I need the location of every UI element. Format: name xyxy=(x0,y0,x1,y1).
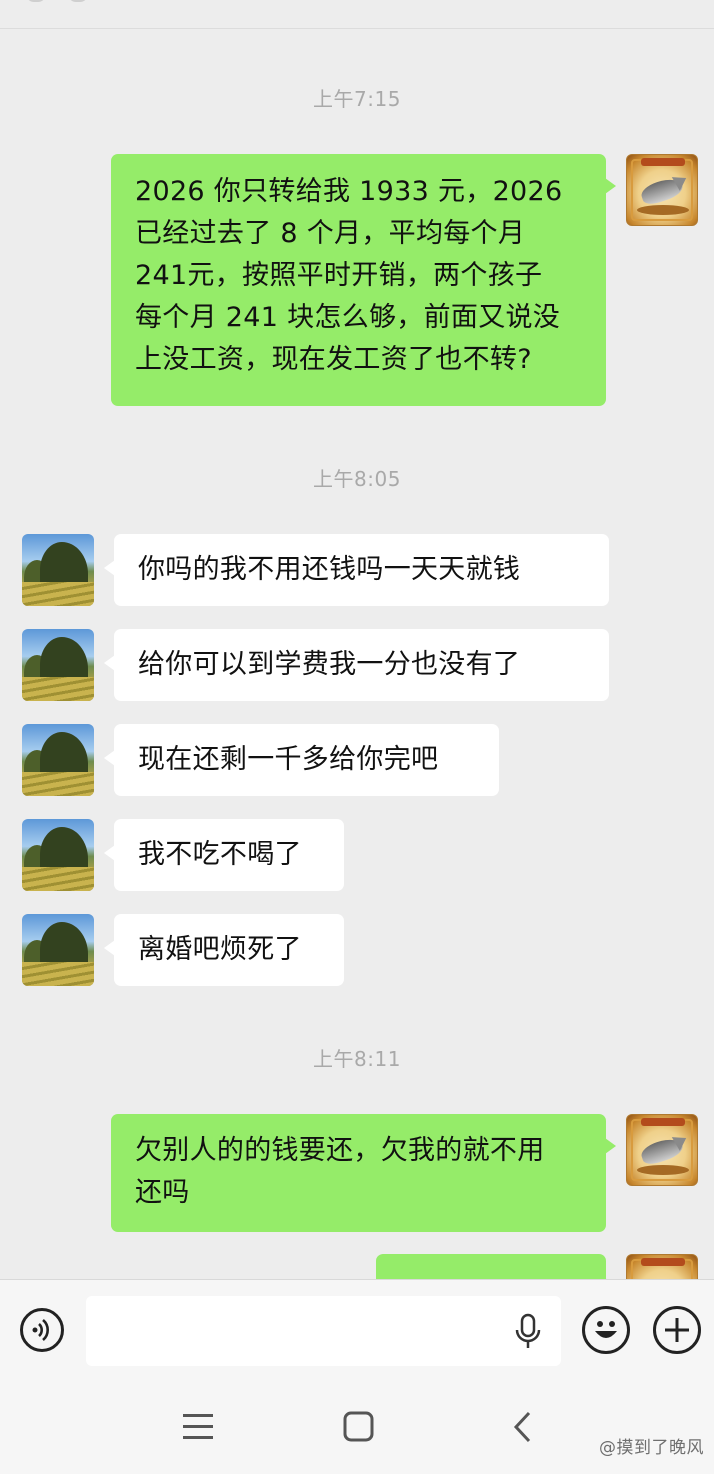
contact-avatar[interactable] xyxy=(22,819,94,891)
chat-area[interactable]: 上午7:15 2026 你只转给我 1933 元，2026 已经过去了 8 个月… xyxy=(0,29,714,1279)
contact-avatar[interactable] xyxy=(22,914,94,986)
self-avatar[interactable] xyxy=(626,1254,698,1279)
self-avatar[interactable] xyxy=(626,154,698,226)
contact-avatar[interactable] xyxy=(22,534,94,606)
plus-icon xyxy=(665,1318,689,1342)
message-line: 每个月 241 块怎么够，前面又说没 xyxy=(135,302,561,333)
timestamp: 上午8:05 xyxy=(313,467,401,491)
message-line: 已经过去了 8 个月，平均每个月 xyxy=(135,218,526,249)
watermark: @摸到了晚风 xyxy=(599,1438,704,1458)
status-stub xyxy=(68,0,88,2)
message-line: 欠别人的的钱要还，欠我的就不用 xyxy=(135,1135,545,1166)
message-text: 离婚吧烦死了 xyxy=(138,934,302,965)
contact-avatar[interactable] xyxy=(22,724,94,796)
message-bubble-incoming[interactable]: 现在还剩一千多给你完吧 xyxy=(104,724,499,796)
emoji-button[interactable] xyxy=(582,1306,630,1354)
top-strip xyxy=(0,0,714,29)
message-text: 现在还剩一千多给你完吧 xyxy=(138,744,439,775)
voice-toggle-icon xyxy=(32,1319,49,1341)
message-text: 我不吃不喝了 xyxy=(138,839,302,870)
emoji-icon xyxy=(595,1321,617,1338)
message-bubble-outgoing[interactable]: 2026 你只转给我 1933 元，2026 已经过去了 8 个月，平均每个月 … xyxy=(111,154,616,406)
message-bubble-incoming[interactable]: 离婚吧烦死了 xyxy=(104,914,344,986)
message-line: 还吗 xyxy=(135,1177,190,1208)
message-bubble-incoming[interactable]: 给你可以到学费我一分也没有了 xyxy=(104,629,609,701)
message-text: 你吗的我不用还钱吗一天天就钱 xyxy=(138,554,521,585)
input-bar xyxy=(0,1279,714,1380)
status-stub xyxy=(26,0,46,2)
menu-icon[interactable] xyxy=(181,1412,215,1442)
voice-toggle-button[interactable] xyxy=(20,1308,64,1352)
message-line: 2026 你只转给我 1933 元，2026 xyxy=(135,176,563,207)
back-chevron-icon[interactable] xyxy=(510,1410,536,1444)
message-input[interactable] xyxy=(86,1296,561,1366)
message-text: 给你可以到学费我一分也没有了 xyxy=(138,649,521,680)
timestamp: 上午8:11 xyxy=(313,1047,401,1071)
system-nav-bar: @摸到了晚风 xyxy=(0,1380,714,1474)
self-avatar[interactable] xyxy=(626,1114,698,1186)
message-line: 241元，按照平时开销，两个孩子 xyxy=(135,260,543,291)
message-line: 上没工资，现在发工资了也不转? xyxy=(135,344,532,375)
message-bubble-outgoing[interactable]: 欠别人的的钱要还，欠我的就不用 还吗 xyxy=(111,1114,616,1232)
timestamp: 上午7:15 xyxy=(313,87,401,111)
message-bubble-incoming[interactable]: 你吗的我不用还钱吗一天天就钱 xyxy=(104,534,609,606)
message-bubble-outgoing-partial[interactable] xyxy=(376,1254,616,1279)
plus-button[interactable] xyxy=(653,1306,701,1354)
microphone-icon[interactable] xyxy=(513,1313,543,1351)
contact-avatar[interactable] xyxy=(22,629,94,701)
message-bubble-incoming[interactable]: 我不吃不喝了 xyxy=(104,819,344,891)
home-square-icon[interactable] xyxy=(342,1410,376,1444)
